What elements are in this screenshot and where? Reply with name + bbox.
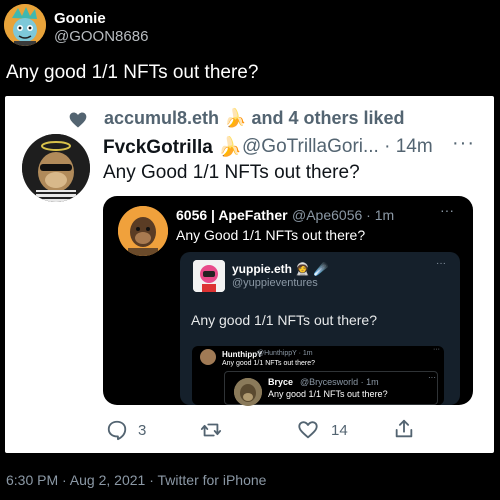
bryce-handle: @Brycesworld · 1m — [300, 377, 379, 387]
apefather-tweet-text: Any Good 1/1 NFTs out there? — [176, 227, 366, 243]
bryce-avatar — [234, 378, 262, 406]
hunthippy-handle: @HunthippY · 1m — [257, 350, 313, 357]
fvckgotrilla-tweet-text: Any Good 1/1 NFTs out there? — [103, 162, 360, 183]
reply-count: 3 — [138, 422, 147, 439]
bryce-tweet-text: Any good 1/1 NFTs out there? — [268, 389, 388, 399]
reply-icon[interactable] — [106, 419, 128, 441]
yuppie-handle: @yuppieventures — [232, 277, 318, 289]
apefather-display-name: 6056 | ApeFather — [176, 207, 288, 223]
like-icon[interactable] — [297, 419, 319, 441]
more-options-icon: ··· — [440, 202, 454, 218]
yuppie-tweet-text: Any good 1/1 NFTs out there? — [191, 312, 377, 328]
tweet-timestamp[interactable]: 6:30 PM · Aug 2, 2021 · Twitter for iPho… — [6, 472, 266, 488]
more-options-icon: ··· — [428, 373, 436, 382]
more-options-icon: ··· — [436, 258, 446, 269]
more-options-icon: ··· — [433, 346, 440, 353]
heart-icon — [69, 112, 87, 128]
fvckgotrilla-handle[interactable]: @GoTrillaGori... · 14m — [242, 136, 433, 158]
retweet-icon[interactable] — [200, 419, 222, 441]
yuppie-display-name: yuppie.eth 🧑‍🚀 ☄️ — [232, 262, 329, 276]
outer-tweet-text: Any good 1/1 NFTs out there? — [6, 62, 259, 83]
outer-handle[interactable]: @GOON8686 — [54, 28, 148, 45]
apefather-avatar — [118, 206, 168, 256]
fvckgotrilla-display-name[interactable]: FvckGotrilla 🍌 — [103, 135, 242, 159]
outer-display-name[interactable]: Goonie — [54, 10, 106, 27]
hunthippy-tweet-text: Any good 1/1 NFTs out there? — [222, 360, 315, 367]
apefather-handle: @Ape6056 · 1m — [292, 207, 395, 223]
goonie-avatar[interactable] — [4, 4, 46, 46]
share-icon[interactable] — [393, 418, 415, 440]
bryce-display-name: Bryce — [268, 377, 294, 387]
liked-by-text[interactable]: accumul8.eth 🍌 and 4 others liked — [104, 108, 405, 129]
hunthippy-avatar — [200, 349, 216, 365]
yuppie-avatar — [193, 260, 225, 292]
fvckgotrilla-avatar[interactable] — [22, 134, 90, 202]
like-count: 14 — [331, 422, 348, 439]
more-options-icon[interactable]: ··· — [452, 132, 475, 155]
